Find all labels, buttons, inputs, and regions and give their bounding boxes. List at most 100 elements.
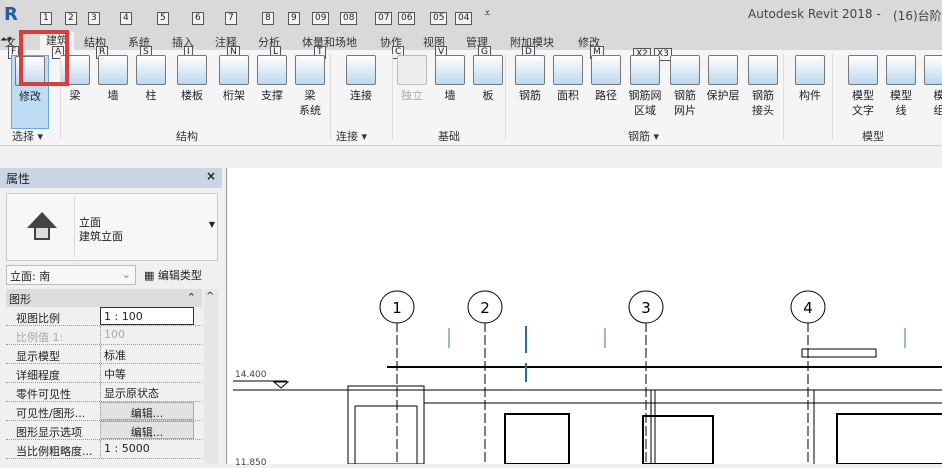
scrollbar[interactable]: ^ (204, 289, 218, 464)
ribbon-button-7[interactable]: 梁 系统 (291, 55, 329, 118)
model-group-icon (924, 55, 942, 85)
property-value: 标准 (100, 345, 194, 363)
properties-panel: 属性 × 立面 建筑立面 ▼ 立面: 南 ⌄ ▦ 编辑类型 图形 ⌃ ^ 视图比例 1 … (0, 168, 222, 464)
ribbon-button-6[interactable]: 支撑 (253, 55, 291, 103)
property-row: 当比例粗略度... 1 : 5000 (6, 440, 202, 459)
qat-button[interactable]: 04 (455, 12, 473, 25)
ribbon-button-15[interactable]: 钢筋网 区域 (626, 55, 664, 118)
area-icon (553, 55, 583, 85)
ribbon-button-18[interactable]: 钢筋 接头 (744, 55, 782, 118)
property-value: 显示原状态 (100, 383, 194, 401)
cover-icon (708, 55, 738, 85)
revit-logo[interactable]: R (4, 4, 18, 25)
button-label: 保护层 (706, 89, 740, 102)
qat-button[interactable]: 3 (88, 12, 100, 25)
ribbon-button-22[interactable]: 模 组 (920, 55, 942, 118)
qat-button[interactable]: 09 (312, 12, 330, 25)
ribbon-button-19[interactable]: 构件 (791, 55, 829, 103)
type-selector[interactable]: 立面 建筑立面 ▼ (6, 193, 218, 261)
panel-divider (330, 54, 331, 140)
scroll-up-icon[interactable]: ^ (206, 291, 214, 302)
qat-button[interactable]: 1 (40, 12, 52, 25)
ribbon-button-3[interactable]: 柱 (132, 55, 170, 103)
property-value: 100 (100, 326, 194, 344)
path-icon (591, 55, 621, 85)
property-name: 图形显示选项 (16, 426, 82, 439)
ribbon-button-2[interactable]: 墙 (94, 55, 132, 103)
wall-icon (98, 55, 128, 85)
edit-type-icon: ▦ (144, 269, 158, 282)
floor-icon (177, 55, 207, 85)
ribbon-button-21[interactable]: 模型 线 (882, 55, 920, 118)
tab-7[interactable]: 体量和场地 (302, 34, 357, 50)
button-label: 模型 文字 (852, 89, 874, 117)
property-name: 视图比例 (16, 312, 60, 325)
drawing-canvas[interactable]: 1 2 3 4 14.400 11.850 (226, 168, 942, 468)
qat-button[interactable]: 5 (157, 12, 169, 25)
qat-button[interactable]: 07 (375, 12, 393, 25)
button-label: 钢筋 接头 (752, 89, 774, 117)
section-graphics[interactable]: 图形 ⌃ (6, 289, 202, 307)
property-name: 显示模型 (16, 350, 60, 363)
button-label: 路径 (595, 89, 617, 102)
ribbon-button-10[interactable]: 墙 (431, 55, 469, 103)
panel-label[interactable]: 结构 (176, 128, 198, 144)
qat-button[interactable]: 06 (398, 12, 416, 25)
ribbon-button-4[interactable]: 楼板 (173, 55, 211, 103)
panel-divider (505, 54, 506, 140)
qat-button[interactable]: 2 (65, 12, 77, 25)
chevron-down-icon: ⌄ (121, 268, 131, 281)
section-title: 图形 (9, 293, 31, 306)
qat-button[interactable]: 6 (192, 12, 204, 25)
button-label: 构件 (799, 89, 821, 102)
qat-button[interactable]: 08 (340, 12, 358, 25)
elevation-view: 1 2 3 4 (233, 290, 942, 465)
grid-label: 2 (480, 299, 490, 317)
property-name: 详细程度 (16, 369, 60, 382)
connection-icon (346, 55, 376, 85)
ribbon-button-9[interactable]: 独立 (393, 55, 431, 103)
level-label[interactable]: 14.400 (235, 370, 267, 380)
ribbon-button-12[interactable]: 钢筋 (511, 55, 549, 103)
ribbon-button-14[interactable]: 路径 (587, 55, 625, 103)
model-text-icon (848, 55, 878, 85)
edit-button[interactable]: 编辑... (100, 402, 194, 420)
ribbon-button-20[interactable]: 模型 文字 (844, 55, 882, 118)
ribbon-button-13[interactable]: 面积 (549, 55, 587, 103)
beam-system-icon (295, 55, 325, 85)
panel-label[interactable]: 连接 ▾ (336, 128, 367, 144)
panel-label[interactable]: 钢筋 ▾ (628, 128, 659, 144)
button-label: 支撑 (261, 89, 283, 102)
button-label: 板 (482, 89, 494, 102)
property-value[interactable]: 1 : 100 (100, 307, 194, 325)
property-row: 详细程度 中等 (6, 364, 202, 383)
panel-label[interactable]: 模型 (862, 128, 884, 144)
qat-button[interactable]: 4 (120, 12, 132, 25)
ribbon-button-17[interactable]: 保护层 (704, 55, 742, 103)
close-icon[interactable]: × (206, 169, 216, 183)
panel-label[interactable]: 基础 (438, 128, 460, 144)
panel-label[interactable]: 选择 ▾ (12, 128, 43, 144)
ribbon-button-11[interactable]: 板 (469, 55, 507, 103)
qat-button[interactable]: 7 (225, 12, 237, 25)
edit-button[interactable]: 编辑... (100, 421, 194, 439)
type-name: 建筑立面 (79, 230, 123, 243)
level-label[interactable]: 11.850 (235, 458, 267, 468)
button-label: 钢筋网 区域 (628, 89, 662, 117)
qat-button[interactable]: 05 (430, 12, 448, 25)
ribbon-button-16[interactable]: 钢筋 网片 (666, 55, 704, 118)
view-selector[interactable]: 立面: 南 ⌄ (6, 265, 136, 285)
edit-type-button[interactable]: ▦ 编辑类型 (142, 265, 218, 285)
ribbon-button-8[interactable]: 连接 (342, 55, 380, 103)
qat-button[interactable]: 9 (288, 12, 300, 25)
grid-label: 1 (392, 299, 402, 317)
ribbon-button-5[interactable]: 桁架 (215, 55, 253, 103)
property-row: 零件可见性 显示原状态 (6, 383, 202, 402)
grid-label: 3 (641, 299, 651, 317)
qat-dropdown-icon[interactable]: ⩡ (484, 6, 491, 21)
column-icon (136, 55, 166, 85)
button-label: 独立 (401, 89, 423, 102)
button-label: 钢筋 网片 (674, 89, 696, 117)
qat-button[interactable]: 8 (262, 12, 274, 25)
property-value: 1 : 5000 (100, 440, 194, 458)
